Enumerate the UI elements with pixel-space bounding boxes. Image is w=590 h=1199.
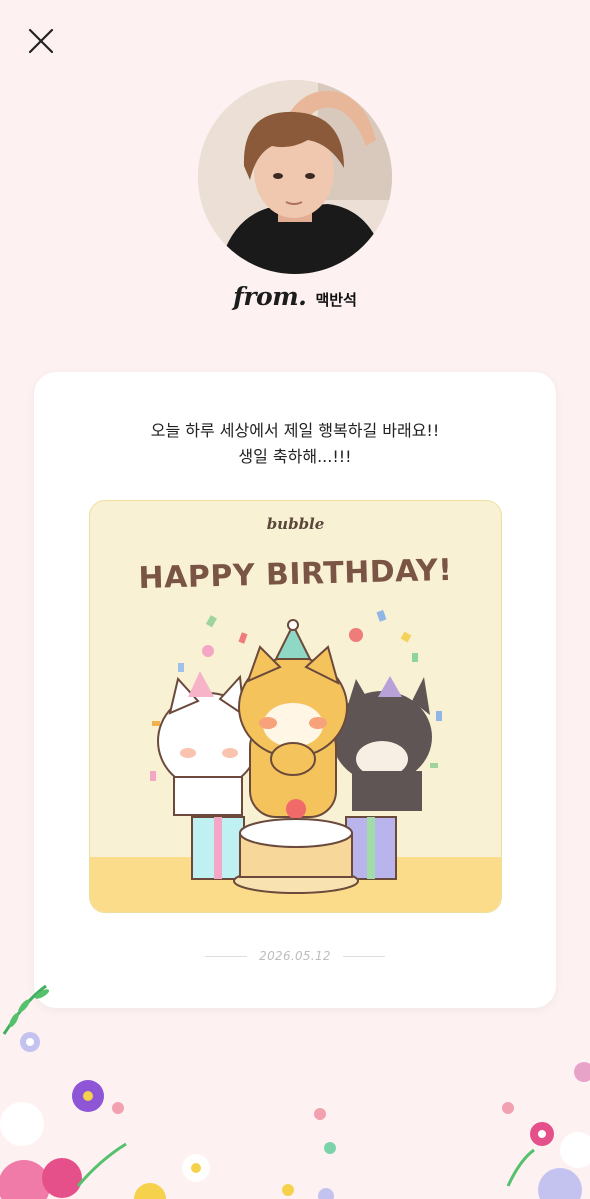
avatar (198, 80, 392, 274)
letter-date-row: 2026.05.12 (34, 949, 556, 963)
divider (205, 955, 248, 957)
close-button[interactable] (26, 26, 56, 56)
sender-name: 맥반석 (315, 291, 357, 309)
letter-card: 오늘 하루 세상에서 제일 행복하길 바래요!! 생일 축하해...!!! bu… (34, 372, 556, 1008)
sender-row: from. 맥반석 (0, 282, 590, 311)
brand-logo: bubble (266, 515, 325, 533)
message-line-2: 생일 축하해...!!! (238, 447, 352, 466)
close-icon (28, 28, 54, 54)
birthday-card-image: bubble HAPPY BIRTHDAY! (89, 500, 502, 913)
from-label: from. (233, 282, 307, 311)
letter-message: 오늘 하루 세상에서 제일 행복하길 바래요!! 생일 축하해...!!! (34, 418, 556, 470)
message-line-1: 오늘 하루 세상에서 제일 행복하길 바래요!! (150, 421, 440, 440)
letter-date: 2026.05.12 (259, 949, 331, 963)
divider (342, 955, 385, 957)
